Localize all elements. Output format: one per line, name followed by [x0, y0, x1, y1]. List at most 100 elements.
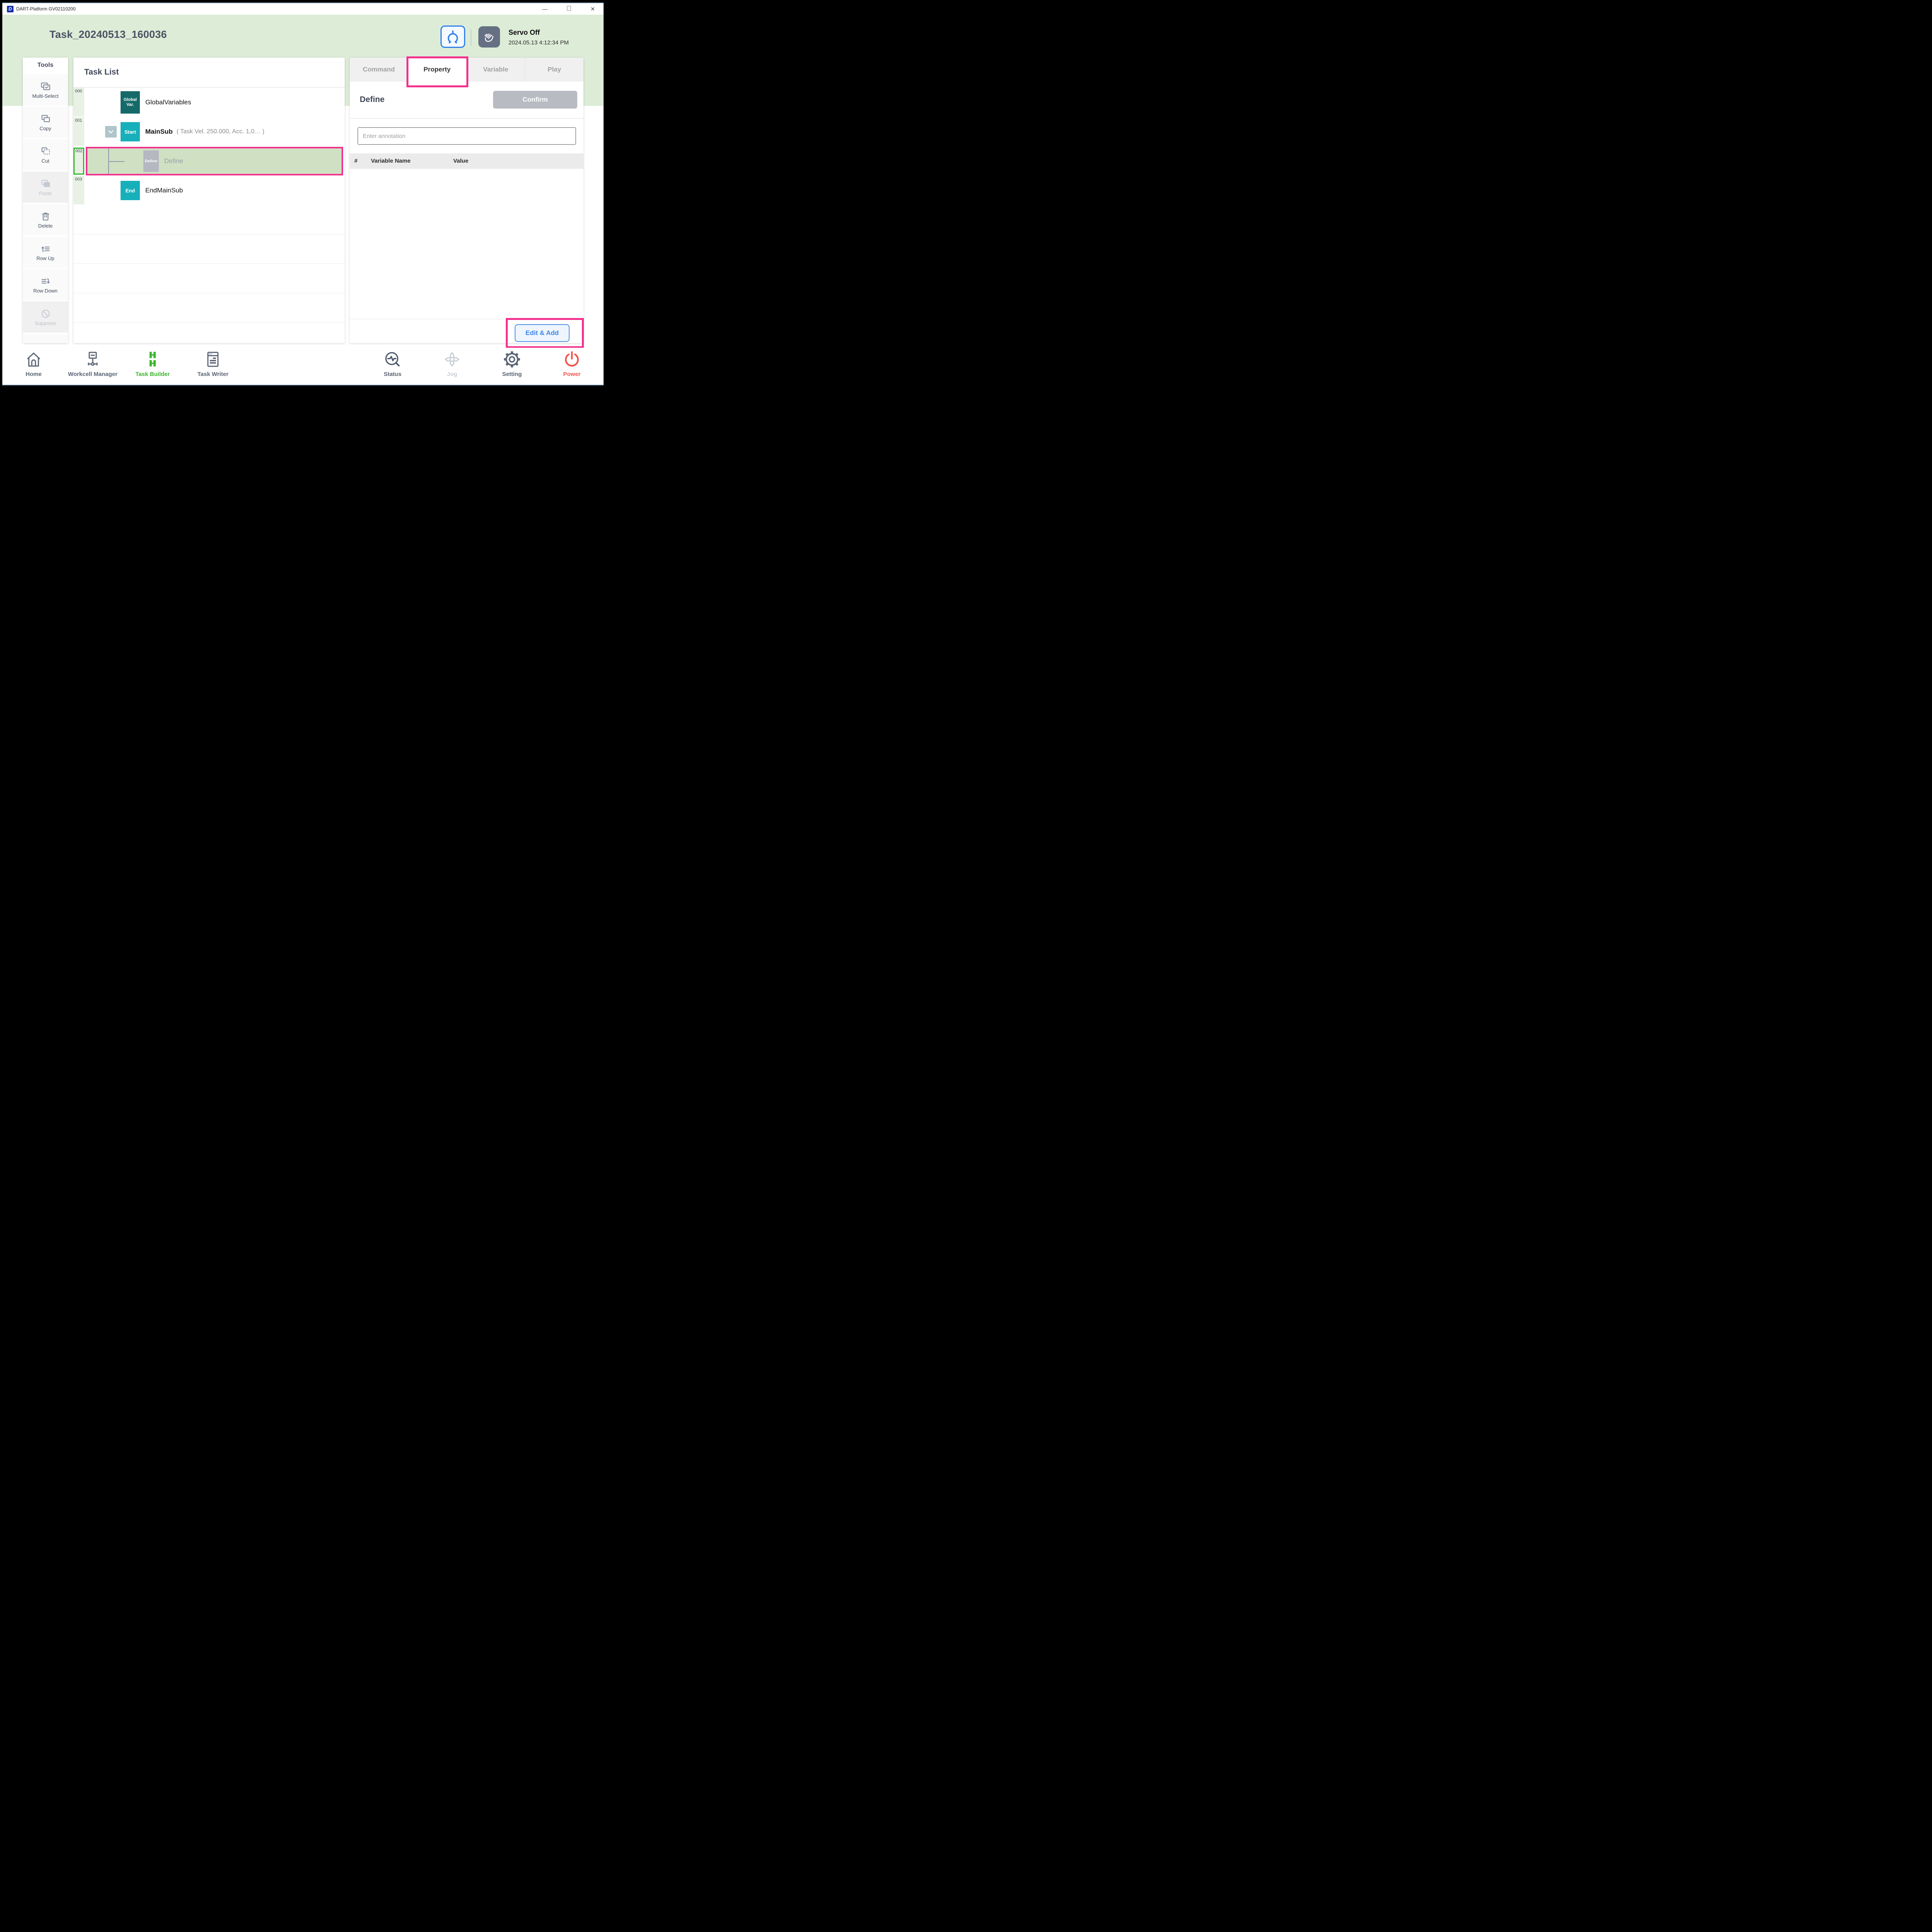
variable-table-header: # Variable Name Value — [350, 153, 583, 169]
row-down-icon — [40, 276, 51, 287]
define-badge: Define — [143, 150, 159, 172]
selected-row-highlight: Define Define — [86, 147, 343, 175]
task-builder-icon — [143, 350, 162, 369]
collapse-toggle-button[interactable] — [105, 126, 117, 138]
task-list-title: Task List — [73, 58, 345, 88]
annotation-input[interactable] — [357, 127, 576, 145]
tools-panel: Tools Multi-Select Copy — [23, 58, 68, 343]
setting-icon — [503, 350, 521, 369]
maximize-button[interactable] — [566, 6, 572, 12]
cut-icon — [40, 146, 51, 157]
highlight-box-edit-add: Edit & Add — [506, 318, 584, 348]
tool-label: Suppress — [35, 320, 56, 326]
tools-overflow-item — [23, 334, 68, 343]
status-datetime: 2024.05.13 4:12:34 PM — [509, 39, 569, 46]
title-bar: D DART-Platform GV02110200 — ✕ — [2, 3, 604, 15]
multi-select-icon — [40, 81, 51, 92]
confirm-button[interactable]: Confirm — [493, 91, 577, 109]
nav-label: Home — [26, 371, 42, 378]
nav-status[interactable]: Status — [360, 350, 425, 378]
app-window: D DART-Platform GV02110200 — ✕ Task_2024… — [2, 2, 604, 386]
suppress-icon — [40, 308, 51, 320]
nav-label: Setting — [502, 371, 522, 378]
tab-play[interactable]: Play — [525, 58, 583, 82]
nav-workcell-manager[interactable]: Workcell Manager — [60, 350, 126, 378]
bottom-navigation: Home Workcell Manager — [2, 348, 604, 386]
row-up-icon — [40, 243, 51, 255]
nav-task-writer[interactable]: Task Writer — [180, 350, 246, 378]
task-row-002-selected[interactable]: 002 Define Define — [73, 146, 345, 176]
inspector-panel: Command Property Variable Play Define Co… — [350, 58, 583, 343]
manual-mode-indicator[interactable] — [478, 26, 500, 48]
copy-icon — [40, 113, 51, 125]
delete-icon — [40, 211, 51, 222]
empty-row — [73, 235, 345, 264]
nav-task-builder[interactable]: Task Builder — [120, 350, 185, 378]
nav-label: Power — [563, 371, 580, 378]
row-down-button[interactable]: Row Down — [23, 269, 68, 300]
row-label: EndMainSub — [145, 187, 183, 194]
task-writer-icon — [204, 350, 222, 369]
inspector-tabs: Command Property Variable Play — [350, 58, 583, 82]
workcell-manager-icon — [83, 350, 102, 369]
tree-line-branch — [108, 161, 124, 162]
paste-button[interactable]: Paste — [23, 172, 68, 203]
tool-label: Multi-Select — [32, 93, 59, 99]
status-icon — [383, 350, 402, 369]
tool-label: Row Up — [36, 255, 54, 261]
power-icon — [563, 350, 581, 369]
app-logo-icon: D — [7, 6, 14, 12]
minimize-button[interactable]: — — [542, 6, 548, 12]
robot-mode-button[interactable] — [440, 26, 465, 48]
tab-command[interactable]: Command — [350, 58, 408, 82]
column-header-value: Value — [453, 158, 468, 164]
suppress-button[interactable]: Suppress — [23, 301, 68, 333]
nav-power[interactable]: Power — [539, 350, 604, 378]
row-up-button[interactable]: Row Up — [23, 236, 68, 268]
chevron-down-icon — [107, 128, 114, 135]
column-header-variable-name: Variable Name — [371, 158, 411, 164]
jog-icon — [443, 350, 461, 369]
tools-panel-title: Tools — [23, 58, 68, 73]
tool-label: Paste — [39, 190, 52, 196]
row-number: 000 — [73, 88, 84, 116]
tab-variable[interactable]: Variable — [466, 58, 525, 82]
empty-row — [73, 264, 345, 293]
nav-label: Jog — [447, 371, 457, 378]
row-label: Define — [164, 157, 183, 165]
nav-jog[interactable]: Jog — [419, 350, 485, 378]
delete-button[interactable]: Delete — [23, 204, 68, 235]
nav-label: Workcell Manager — [68, 371, 117, 378]
tool-label: Cut — [41, 158, 49, 164]
maximize-icon — [567, 6, 571, 11]
close-button[interactable]: ✕ — [590, 6, 596, 12]
inspector-divider — [350, 118, 583, 119]
hand-gesture-icon — [482, 30, 496, 44]
task-row-003[interactable]: 003 End EndMainSub — [73, 176, 345, 205]
column-header-index: # — [354, 158, 357, 164]
task-list-panel: Task List 000 Global Var. GlobalVariable… — [73, 58, 345, 343]
robot-gripper-icon — [445, 29, 461, 44]
row-params: ( Task Vel. 250.000, Acc. 1,0… ) — [177, 128, 264, 135]
row-number: 003 — [73, 176, 84, 204]
multi-select-button[interactable]: Multi-Select — [23, 74, 68, 105]
nav-label: Status — [384, 371, 401, 378]
nav-home[interactable]: Home — [2, 350, 66, 378]
home-icon — [24, 350, 43, 369]
tab-property[interactable]: Property — [408, 58, 466, 82]
tool-label: Copy — [39, 126, 51, 131]
app-title: DART-Platform GV02110200 — [16, 6, 76, 12]
task-row-001[interactable]: 001 Start MainSub ( Task Vel. 250.000, A… — [73, 117, 345, 146]
tool-label: Delete — [38, 223, 53, 229]
row-number: 001 — [73, 117, 84, 146]
cut-button[interactable]: Cut — [23, 139, 68, 170]
global-var-badge: Global Var. — [121, 91, 140, 114]
empty-row — [73, 205, 345, 235]
edit-add-button[interactable]: Edit & Add — [515, 324, 570, 342]
nav-setting[interactable]: Setting — [479, 350, 545, 378]
empty-row — [73, 293, 345, 323]
task-row-000[interactable]: 000 Global Var. GlobalVariables — [73, 88, 345, 117]
copy-button[interactable]: Copy — [23, 107, 68, 138]
row-label: MainSub — [145, 128, 173, 136]
start-badge: Start — [121, 122, 140, 141]
